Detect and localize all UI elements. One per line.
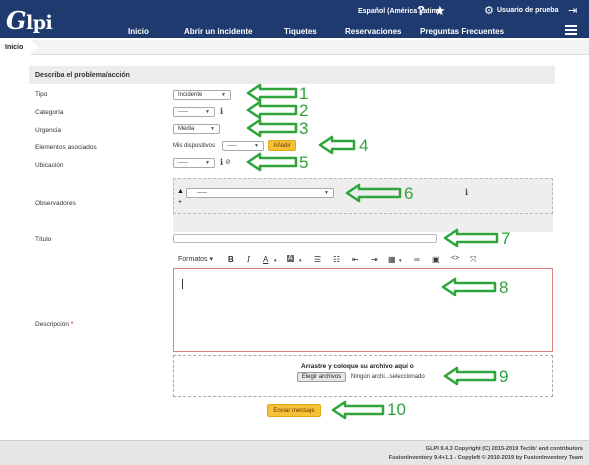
- arrow-2: [246, 100, 298, 120]
- arrow-9: [443, 366, 497, 386]
- annotation-10: 10: [387, 400, 406, 419]
- annotation-5: 5: [299, 153, 309, 172]
- annotation-8: 8: [499, 278, 509, 297]
- arrow-6: [345, 183, 402, 203]
- arrow-3: [246, 118, 298, 138]
- arrow-5: [246, 152, 298, 172]
- annotation-7: 7: [501, 229, 511, 248]
- arrow-1: [246, 83, 298, 103]
- arrow-10: [331, 400, 385, 420]
- annotation-9: 9: [499, 367, 509, 386]
- annotation-4: 4: [359, 136, 369, 155]
- footer: GLPI 9.4.3 Copyright (C) 2015-2019 Tecli…: [0, 440, 589, 465]
- annotation-2: 2: [299, 101, 309, 120]
- arrow-7: [443, 228, 499, 248]
- arrow-8: [441, 277, 497, 297]
- fusion-copyright[interactable]: FusionInventory 9.4+1.1 - Copyleft © 201…: [389, 455, 583, 461]
- annotation-3: 3: [299, 119, 309, 138]
- arrow-4: [318, 135, 356, 155]
- glpi-copyright[interactable]: GLPI 9.4.3 Copyright (C) 2015-2019 Tecli…: [426, 446, 583, 452]
- annotation-6: 6: [404, 184, 414, 203]
